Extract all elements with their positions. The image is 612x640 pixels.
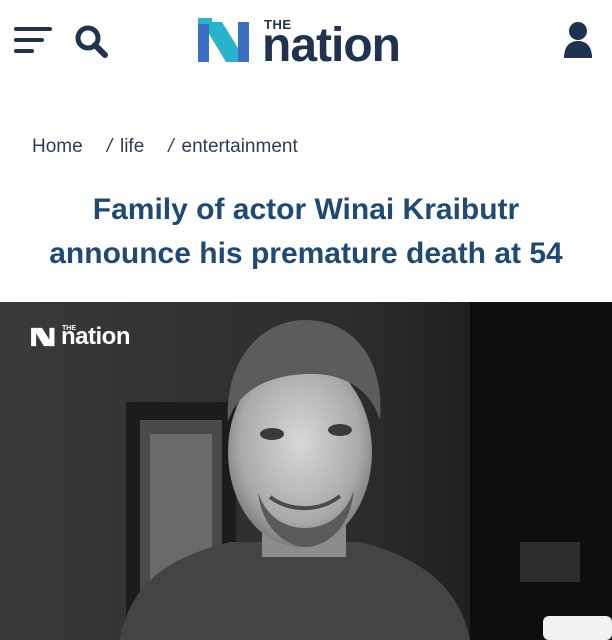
site-header: THE nation — [0, 0, 612, 86]
nation-logo-mark-icon — [198, 18, 249, 62]
site-logo[interactable]: THE nation — [198, 14, 438, 72]
hamburger-menu-icon[interactable] — [14, 24, 56, 58]
breadcrumb-home[interactable]: Home — [32, 136, 83, 158]
hero-watermark-logo: THE nation — [30, 323, 160, 354]
article-hero-image: THE nation — [0, 302, 612, 640]
user-account-icon[interactable] — [560, 20, 596, 60]
logo-wordmark: nation — [262, 19, 401, 72]
breadcrumb: Home / life / entertainment — [32, 135, 298, 159]
search-icon[interactable] — [72, 22, 110, 60]
article-title: Family of actor Winai Kraibutr announce … — [49, 193, 563, 270]
breadcrumb-separator: / — [106, 136, 112, 157]
breadcrumb-separator: / — [168, 136, 174, 157]
nation-watermark-mark-icon — [31, 327, 55, 347]
watermark-wordmark: nation — [61, 323, 131, 350]
breadcrumb-life[interactable]: life — [120, 136, 144, 158]
breadcrumb-entertainment[interactable]: entertainment — [182, 136, 298, 158]
